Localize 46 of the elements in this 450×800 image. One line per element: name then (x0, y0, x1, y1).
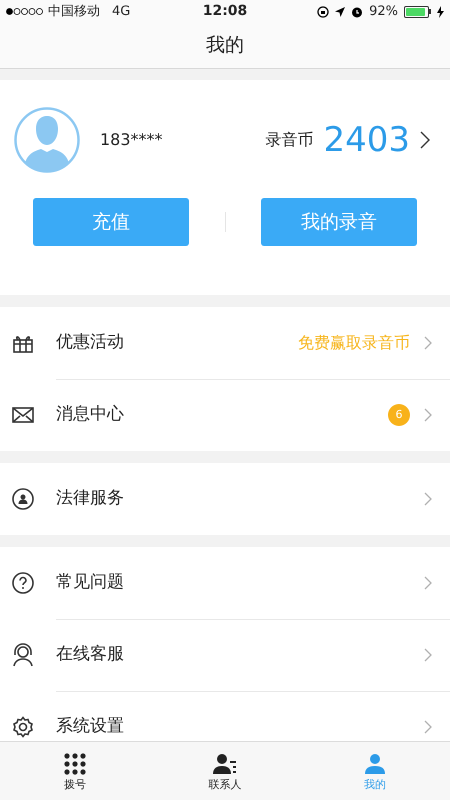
count-badge: 6 (388, 404, 410, 426)
chevron-icon (424, 720, 432, 734)
coins-label: 录音币 (265, 129, 314, 151)
location-arrow-icon (335, 6, 346, 16)
menu-row[interactable]: 法律服务 (0, 463, 450, 535)
menu-row[interactable]: 在线客服 (0, 619, 450, 691)
settings-icon (12, 716, 34, 738)
carrier-name: 中国移动 (48, 2, 100, 21)
contacts-icon (213, 752, 237, 775)
charging-bolt-icon (437, 6, 444, 18)
status-time: 12:08 (202, 2, 248, 21)
chevron-icon (424, 336, 432, 350)
menu-row[interactable]: 优惠活动 免费赢取录音币 (0, 307, 450, 379)
signal-icon (6, 8, 44, 15)
chevron-icon[interactable] (420, 131, 430, 149)
phone-number: 183**** (100, 129, 164, 151)
avatar-icon (14, 107, 80, 173)
network-type: 4G (112, 2, 130, 21)
menu-label: 系统设置 (56, 715, 125, 738)
menu-label: 常见问题 (56, 571, 125, 594)
person-icon (364, 752, 386, 775)
menu-label: 消息中心 (56, 403, 125, 426)
chevron-icon (424, 648, 432, 662)
chevron-icon (424, 492, 432, 506)
rotation-lock-icon (317, 6, 330, 18)
chevron-icon (424, 576, 432, 590)
headset-icon (12, 643, 34, 667)
page-title: 我的 (206, 33, 244, 58)
menu-label: 在线客服 (56, 643, 125, 666)
menu-row[interactable]: 常见问题 (0, 547, 450, 619)
promo-text: 免费赢取录音币 (298, 332, 410, 354)
menu-label: 法律服务 (56, 487, 125, 510)
tab[interactable]: 联系人 (150, 742, 300, 800)
chevron-icon (424, 408, 432, 422)
battery-icon (404, 6, 432, 18)
alarm-icon (351, 6, 364, 18)
person-circle-icon (12, 488, 34, 510)
coins-count: 2403 (323, 118, 410, 162)
battery-percent: 92% (369, 2, 398, 21)
menu-label: 优惠活动 (56, 331, 125, 354)
menu-row[interactable]: 系统设置 (0, 691, 450, 741)
tab[interactable]: 拨号 (0, 742, 150, 800)
mail-icon (12, 406, 34, 424)
help-icon (12, 572, 34, 594)
menu-row[interactable]: 消息中心 6 (0, 379, 450, 451)
dialpad-icon (64, 752, 86, 775)
